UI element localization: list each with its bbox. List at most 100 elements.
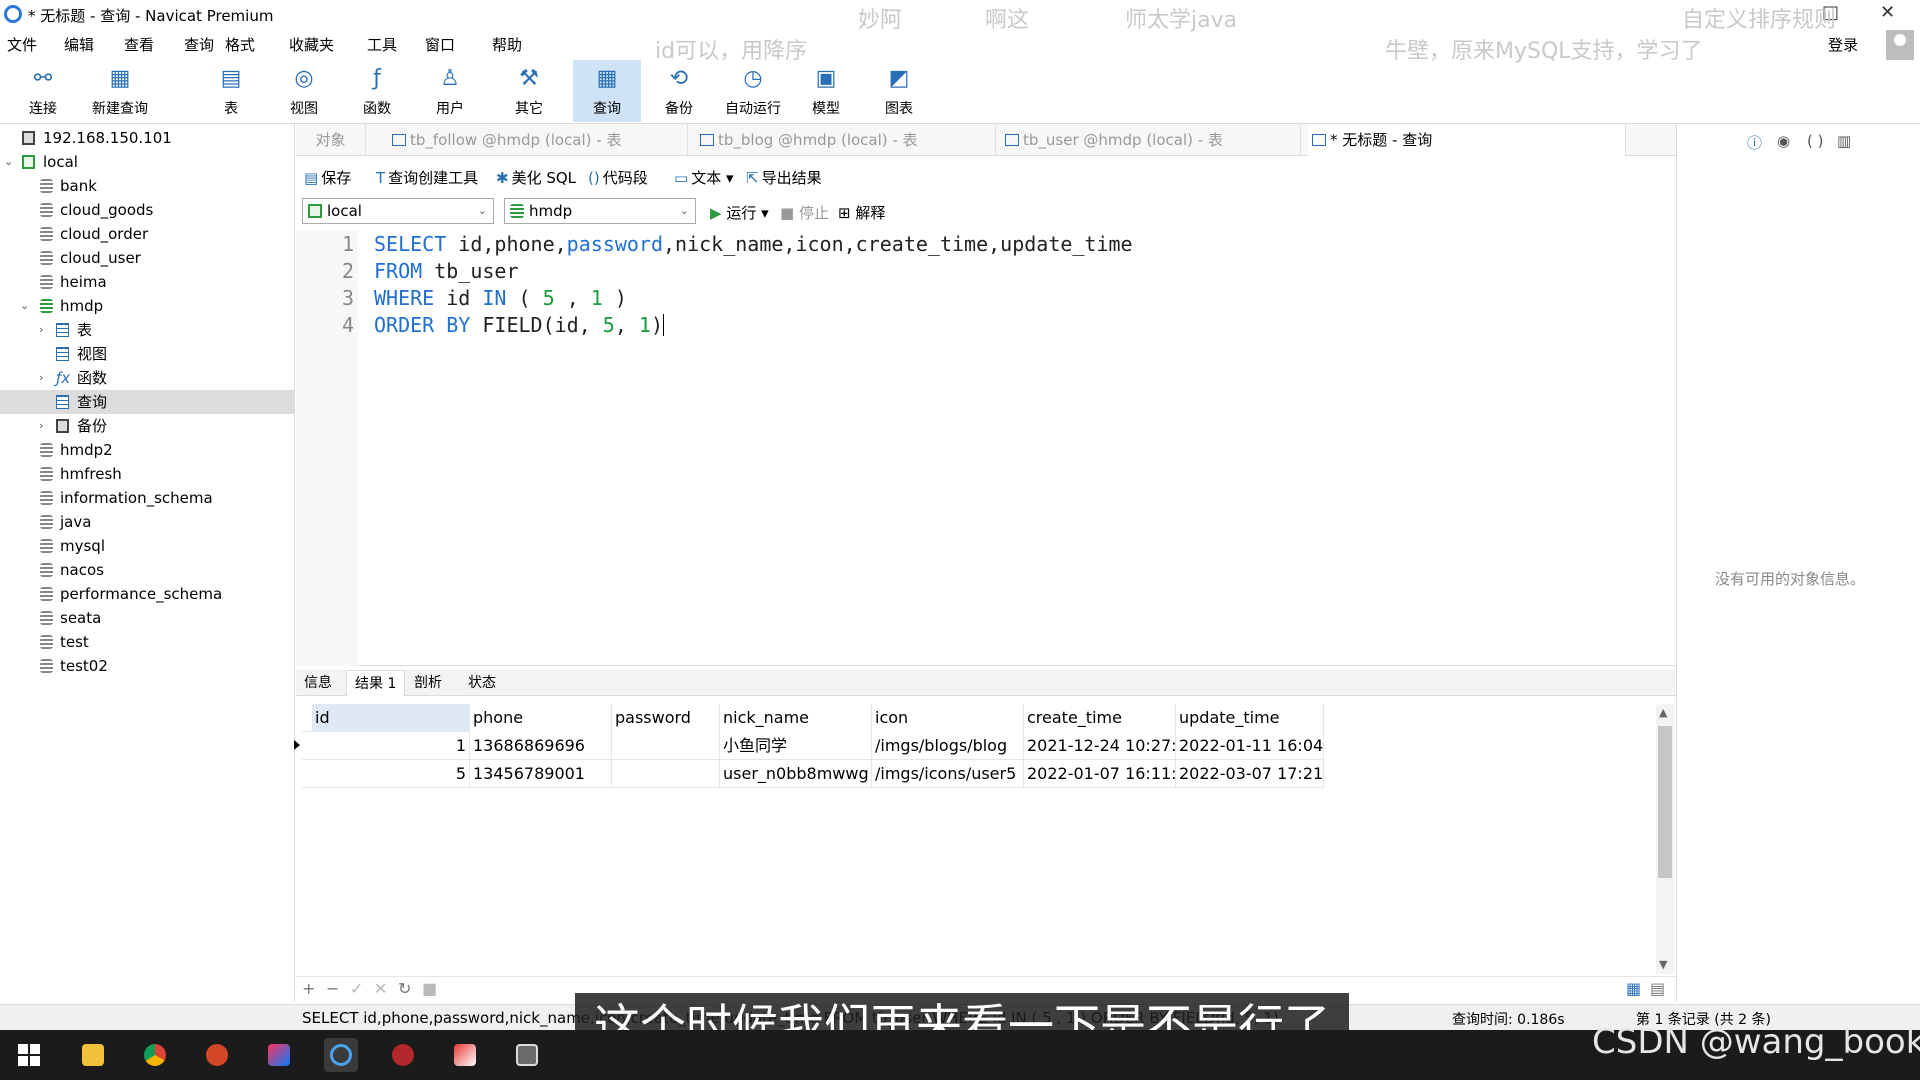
explain-button[interactable]: ⊞ 解释: [838, 202, 885, 223]
user-button[interactable]: ♙ 用户: [416, 60, 484, 122]
tab-tb-follow[interactable]: tb_follow @hmdp (local) - 表: [388, 124, 688, 156]
chevron-right-icon[interactable]: ›: [39, 366, 43, 390]
column-header[interactable]: update_time: [1176, 704, 1324, 732]
form-view-icon[interactable]: ▤: [1650, 979, 1665, 998]
menu-query[interactable]: 查询: [184, 34, 214, 55]
layout-icon[interactable]: ▥: [1837, 132, 1851, 150]
table-cell[interactable]: 2022-03-07 17:21:: [1176, 760, 1324, 788]
stop-button[interactable]: ■ 停止: [780, 202, 829, 223]
chart-button[interactable]: ◩ 图表: [865, 60, 933, 122]
menu-window[interactable]: 窗口: [425, 34, 455, 55]
scroll-up-icon[interactable]: ▲: [1659, 706, 1667, 719]
text-button[interactable]: ▭ 文本 ▾: [674, 167, 734, 188]
avatar[interactable]: [1886, 30, 1914, 60]
powerpoint-app[interactable]: [200, 1038, 234, 1072]
query-button[interactable]: ▦ 查询: [573, 60, 641, 122]
tree-item-remote-connection[interactable]: 192.168.150.101: [0, 126, 295, 150]
tree-item-functions[interactable]: › ƒx 函数: [0, 366, 295, 390]
run-button[interactable]: ▶ 运行 ▾: [710, 202, 769, 223]
tab-result-1[interactable]: 结果 1: [346, 670, 406, 696]
tree-item-database[interactable]: java: [0, 510, 295, 534]
beautify-sql-button[interactable]: ✱ 美化 SQL: [496, 167, 576, 188]
table-cell[interactable]: /imgs/blogs/blog: [872, 732, 1024, 760]
eye-icon[interactable]: ◉: [1777, 132, 1790, 150]
code-snippet-button[interactable]: () 代码段: [588, 167, 648, 188]
tree-item-database[interactable]: cloud_goods: [0, 198, 295, 222]
tab-status[interactable]: 状态: [460, 670, 504, 696]
windows-start-icon[interactable]: [18, 1044, 40, 1066]
column-header[interactable]: create_time: [1024, 704, 1176, 732]
tab-tb-user[interactable]: tb_user @hmdp (local) - 表: [1001, 124, 1301, 156]
tab-objects[interactable]: 对象: [296, 124, 366, 156]
table-cell[interactable]: /imgs/icons/user5: [872, 760, 1024, 788]
column-header[interactable]: password: [612, 704, 720, 732]
column-header[interactable]: id: [312, 704, 470, 732]
table-button[interactable]: ▤ 表: [197, 60, 265, 122]
query-builder-button[interactable]: T 查询创建工具: [376, 167, 478, 188]
tree-item-database[interactable]: hmdp2: [0, 438, 295, 462]
chrome-app[interactable]: [138, 1038, 172, 1072]
chevron-down-icon[interactable]: ⌄: [20, 294, 29, 318]
scrollbar-thumb[interactable]: [1658, 726, 1672, 878]
tree-item-database[interactable]: test: [0, 630, 295, 654]
model-button[interactable]: ▣ 模型: [792, 60, 860, 122]
intellij-app[interactable]: [262, 1038, 296, 1072]
tree-item-database[interactable]: heima: [0, 270, 295, 294]
tab-untitled-query[interactable]: * 无标题 - 查询: [1308, 124, 1626, 156]
menu-tools[interactable]: 工具: [367, 34, 397, 55]
other-button[interactable]: ⚒ 其它: [495, 60, 563, 122]
discard-icon[interactable]: ✕: [374, 979, 387, 998]
table-cell[interactable]: 5: [312, 760, 470, 788]
scroll-down-icon[interactable]: ▼: [1659, 958, 1667, 971]
table-cell[interactable]: [612, 732, 720, 760]
tree-item-database[interactable]: nacos: [0, 558, 295, 582]
tree-item-queries[interactable]: 查询: [0, 390, 295, 414]
tree-item-database[interactable]: test02: [0, 654, 295, 678]
table-cell[interactable]: 13456789001: [470, 760, 612, 788]
apply-icon[interactable]: ✓: [350, 979, 363, 998]
screen-recorder-app[interactable]: [510, 1038, 544, 1072]
tree-item-backups[interactable]: › 备份: [0, 414, 295, 438]
chevron-right-icon[interactable]: ›: [39, 414, 43, 438]
menu-favorites[interactable]: 收藏夹: [289, 34, 334, 55]
tree-item-local-connection[interactable]: ⌄ local: [0, 150, 295, 174]
tree-item-views[interactable]: 视图: [0, 342, 295, 366]
backup-button[interactable]: ⟲ 备份: [645, 60, 713, 122]
tab-tb-blog[interactable]: tb_blog @hmdp (local) - 表: [696, 124, 996, 156]
table-cell[interactable]: 13686869696: [470, 732, 612, 760]
redis-app[interactable]: [386, 1038, 420, 1072]
column-header[interactable]: phone: [470, 704, 612, 732]
menu-view[interactable]: 查看: [124, 34, 154, 55]
refresh-icon[interactable]: ↻: [398, 979, 411, 998]
view-button[interactable]: ◎ 视图: [270, 60, 338, 122]
database-select[interactable]: hmdp ⌄: [504, 198, 696, 224]
close-button[interactable]: ✕: [1880, 2, 1895, 23]
login-link[interactable]: 登录: [1828, 34, 1858, 55]
pen-app[interactable]: [448, 1038, 482, 1072]
info-icon[interactable]: ⓘ: [1747, 132, 1762, 153]
delete-record-icon[interactable]: −: [326, 979, 339, 998]
chevron-down-icon[interactable]: ⌄: [4, 150, 13, 174]
table-cell[interactable]: 小鱼同学: [720, 732, 872, 760]
ddl-icon[interactable]: ( ): [1807, 132, 1823, 150]
chevron-right-icon[interactable]: ›: [39, 318, 43, 342]
column-header[interactable]: nick_name: [720, 704, 872, 732]
column-header[interactable]: icon: [872, 704, 1024, 732]
tree-item-database[interactable]: performance_schema: [0, 582, 295, 606]
tree-item-database[interactable]: bank: [0, 174, 295, 198]
connect-button[interactable]: ⚯ 连接: [9, 60, 77, 122]
menu-file[interactable]: 文件: [7, 34, 37, 55]
grid-view-icon[interactable]: ▦: [1626, 979, 1641, 998]
tree-item-database[interactable]: information_schema: [0, 486, 295, 510]
result-scrollbar[interactable]: ▲ ▼: [1656, 704, 1674, 974]
add-record-icon[interactable]: +: [302, 979, 315, 998]
tree-item-database[interactable]: cloud_order: [0, 222, 295, 246]
table-cell[interactable]: 2022-01-11 16:04:: [1176, 732, 1324, 760]
sql-editor[interactable]: 1 2 3 4 SELECT id,phone,password,nick_na…: [296, 230, 1676, 666]
file-explorer-app[interactable]: [76, 1038, 110, 1072]
menu-help[interactable]: 帮助: [492, 34, 522, 55]
table-cell[interactable]: 1: [312, 732, 470, 760]
table-cell[interactable]: 2022-01-07 16:11:: [1024, 760, 1176, 788]
tree-item-database[interactable]: seata: [0, 606, 295, 630]
tree-item-database[interactable]: cloud_user: [0, 246, 295, 270]
